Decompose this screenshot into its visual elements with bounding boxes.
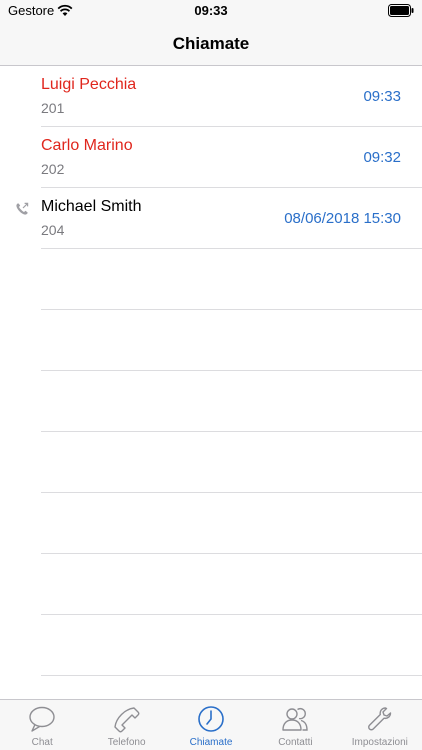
tab-label: Chiamate (189, 737, 233, 748)
call-row[interactable]: Carlo Marino 202 09:32 (41, 127, 422, 188)
status-time: 09:33 (194, 3, 228, 18)
call-time: 09:32 (363, 149, 401, 166)
clock-icon (198, 706, 224, 732)
tab-label: Impostazioni (351, 737, 408, 748)
empty-row (41, 310, 422, 371)
tab-bar: Chat Telefono Chiamate Contatti Impostaz… (0, 699, 422, 750)
tab-label: Chat (31, 737, 53, 748)
tab-contatti[interactable]: Contatti (253, 700, 337, 750)
contacts-icon (282, 708, 309, 731)
wrench-icon (367, 707, 392, 731)
caller-extension: 204 (41, 222, 65, 238)
empty-row (41, 432, 422, 493)
caller-name: Luigi Pecchia (41, 76, 137, 93)
chat-bubble-icon (29, 706, 55, 732)
caller-extension: 202 (41, 161, 65, 177)
tab-impostazioni[interactable]: Impostazioni (338, 700, 422, 750)
status-bar: Gestore 09:33 (0, 0, 422, 22)
empty-row (41, 493, 422, 554)
outgoing-call-icon (16, 202, 29, 215)
caller-extension: 201 (41, 100, 65, 116)
empty-row (41, 554, 422, 615)
tab-chiamate[interactable]: Chiamate (169, 700, 253, 750)
phone-handset-icon (113, 707, 140, 733)
call-time: 09:33 (363, 88, 401, 105)
empty-row (41, 371, 422, 432)
call-row[interactable]: Michael Smith 204 08/06/2018 15:30 (16, 188, 422, 249)
page-title: Chiamate (172, 34, 250, 53)
empty-row (41, 249, 422, 310)
call-row[interactable]: Luigi Pecchia 201 09:33 (41, 66, 422, 127)
tab-telefono[interactable]: Telefono (84, 700, 168, 750)
tab-label: Telefono (107, 737, 146, 748)
caller-name: Michael Smith (41, 198, 142, 215)
navigation-bar: Chiamate (0, 22, 422, 66)
empty-row (41, 615, 422, 676)
call-time: 08/06/2018 15:30 (284, 210, 401, 227)
battery-icon (388, 4, 414, 17)
tab-label: Contatti (278, 737, 313, 748)
caller-name: Carlo Marino (41, 137, 133, 154)
call-list[interactable]: Luigi Pecchia 201 09:33 Carlo Marino 202… (0, 66, 422, 676)
tab-chat[interactable]: Chat (0, 700, 84, 750)
